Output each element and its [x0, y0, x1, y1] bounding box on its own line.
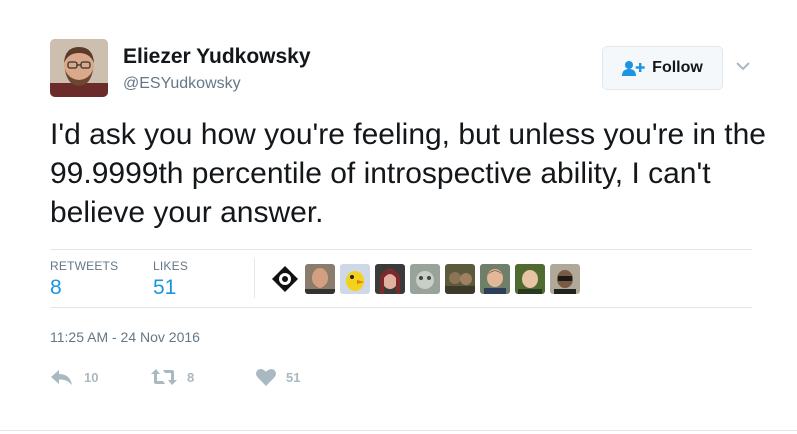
stats-separator — [254, 258, 255, 298]
author-handle[interactable]: @ESYudkowsky — [123, 75, 241, 93]
divider — [50, 249, 752, 250]
liker-avatar[interactable] — [550, 264, 580, 294]
tweet-card: Eliezer Yudkowsky @ESYudkowsky Follow I'… — [0, 0, 797, 434]
reply-icon — [51, 370, 72, 385]
author-avatar[interactable] — [50, 39, 108, 97]
retweet-icon — [151, 369, 177, 385]
likes-count[interactable]: 51 — [153, 276, 176, 300]
like-count: 51 — [286, 369, 301, 385]
card-bottom-border — [0, 430, 797, 431]
reply-button[interactable]: 10 — [50, 368, 98, 386]
liker-avatar[interactable] — [410, 264, 440, 294]
retweets-label: RETWEETS — [50, 259, 119, 273]
follow-button[interactable]: Follow — [602, 46, 723, 90]
add-person-icon — [622, 61, 645, 76]
retweet-count: 8 — [187, 369, 195, 385]
liker-avatar[interactable] — [270, 264, 300, 294]
divider — [50, 307, 752, 308]
chevron-down-icon[interactable] — [735, 60, 751, 72]
liker-avatar[interactable] — [480, 264, 510, 294]
liker-avatar[interactable] — [305, 264, 335, 294]
likes-label: LIKES — [153, 259, 189, 273]
retweet-button[interactable]: 8 — [151, 368, 194, 386]
liker-avatar[interactable] — [515, 264, 545, 294]
avatar-image — [50, 39, 108, 97]
like-button[interactable]: 51 — [256, 368, 300, 386]
follow-button-label: Follow — [652, 59, 703, 76]
liker-avatar[interactable] — [445, 264, 475, 294]
author-name[interactable]: Eliezer Yudkowsky — [123, 45, 311, 69]
heart-icon — [256, 368, 276, 386]
reply-count: 10 — [84, 369, 99, 385]
liker-avatar[interactable] — [340, 264, 370, 294]
liker-avatar[interactable] — [375, 264, 405, 294]
tweet-text: I'd ask you how you're feeling, but unle… — [50, 118, 766, 229]
retweets-count[interactable]: 8 — [50, 276, 62, 300]
likers-avatars — [270, 264, 580, 294]
tweet-timestamp[interactable]: 11:25 AM - 24 Nov 2016 — [50, 329, 200, 345]
